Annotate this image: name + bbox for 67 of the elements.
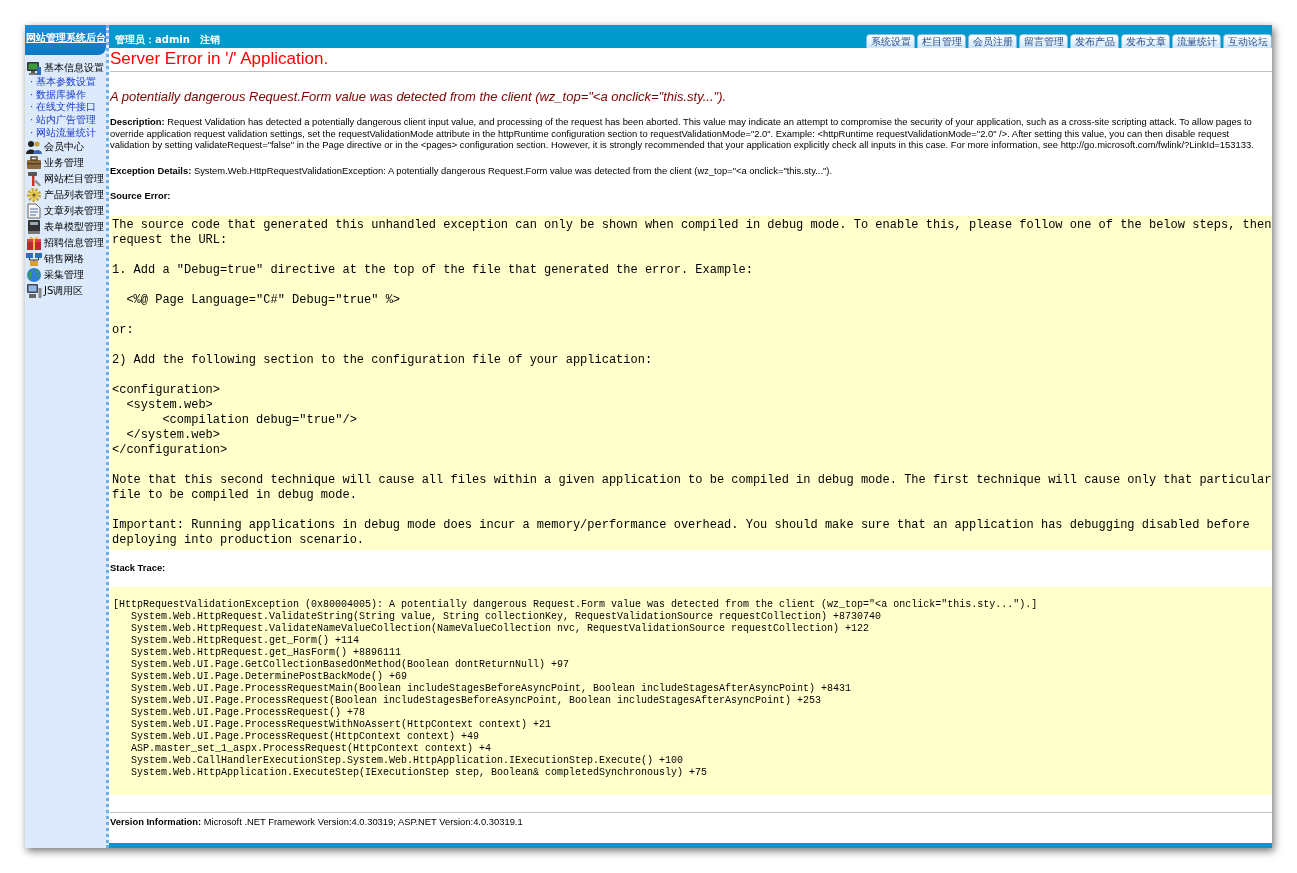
- menu-item[interactable]: 产品列表管理: [25, 187, 106, 204]
- stack-frame-line: ASP.master_set_1_aspx.ProcessRequest(HttpContext context) +4: [130, 743, 493, 755]
- exception-details-text: Exception Details: System.Web.HttpRequestValidationException: A potentially dangerous Request.Form value was detected from the client (wz_top="<a onclick="this.sty...").: [110, 165, 834, 177]
- code-text: <configuration> <system.web> <compilation debug="true"/> </system.web> </configuration>: [112, 382, 358, 458]
- menu-item[interactable]: JS调用区: [25, 283, 106, 300]
- nav-tab[interactable]: 栏目管理: [917, 34, 966, 48]
- error-title: Server Error in '/' Application.: [110, 49, 330, 69]
- submenu-link[interactable]: · 在线文件接口: [25, 101, 106, 115]
- stack-frame-line: System.Web.CallHandlerExecutionStep.System.Web.HttpApplication.IExecutionStep.Execute() +100: [130, 755, 685, 767]
- admin-label: 管理员：admin: [115, 34, 190, 46]
- stack-frame-line: System.Web.UI.Page.ProcessRequest() +78: [130, 707, 367, 719]
- stack-frame-line: System.Web.UI.Page.ProcessRequest(Boolean includeStagesBeforeAsyncPoint, Boolean includeStagesAfterAsyncPoint) +253: [130, 695, 823, 707]
- stack-frame-line: System.Web.HttpRequest.ValidateString(String value, String collectionKey, RequestValidationSource requestCollection) +8730740: [130, 611, 883, 623]
- error-message: A potentially dangerous Request.Form value was detected from the client (wz_top="<a onclick="this.sty...").: [110, 89, 728, 104]
- stack-frame-line: System.Web.HttpRequest.get_Form() +114: [130, 635, 361, 647]
- submenu-link[interactable]: · 基本参数设置: [25, 76, 106, 89]
- monitor-icon: [26, 60, 42, 76]
- nav-tab[interactable]: 互动论坛: [1223, 34, 1272, 48]
- document-icon: [26, 203, 42, 220]
- users-icon: [26, 139, 42, 156]
- code-text: The source code that generated this unhandled exception can only be shown when compiled in debug mode. To enable this, please follow one of the below steps, then request the URL:: [112, 217, 1272, 248]
- stack-frame-line: System.Web.UI.Page.ProcessRequest(HttpContext context) +49: [130, 731, 481, 743]
- stack-frame-line: System.Web.HttpRequest.get_HasForm() +8896111: [130, 647, 403, 659]
- menu-item[interactable]: 表单模型管理: [25, 219, 106, 236]
- computer-icon: [26, 283, 42, 300]
- nav-tab[interactable]: 流量统计: [1172, 34, 1221, 48]
- code-text: <%@ Page Language="C#" Debug="true" %>: [125, 292, 402, 308]
- menu-item[interactable]: 会员中心: [25, 139, 106, 156]
- code-text: 2) Add the following section to the configuration file of your application:: [112, 352, 654, 368]
- nav-tab[interactable]: 留言管理: [1019, 34, 1068, 48]
- menu-item[interactable]: 基本信息设置: [25, 60, 106, 76]
- menu-item[interactable]: 采集管理: [25, 267, 106, 284]
- section-heading: Stack Trace:: [110, 561, 167, 574]
- submenu-link[interactable]: · 站内广告管理: [25, 114, 106, 127]
- nav-tab[interactable]: 发布产品: [1070, 34, 1119, 48]
- menu-item[interactable]: 业务管理: [25, 155, 106, 172]
- stack-frame-line: System.Web.UI.Page.DeterminePostBackMode() +69: [130, 671, 409, 683]
- menu-item[interactable]: 网站栏目管理: [25, 171, 106, 188]
- hammer-icon: [26, 171, 42, 188]
- briefcase-icon: [26, 155, 42, 172]
- nav-tab[interactable]: 发布文章: [1121, 34, 1170, 48]
- submenu-link[interactable]: · 网站流量统计: [25, 126, 106, 140]
- menu-item[interactable]: 招聘信息管理: [25, 235, 106, 252]
- stack-frame-line: System.Web.HttpRequest.ValidateNameValueCollection(NameValueCollection nvc, RequestValidationSource requestCollection) +122: [130, 623, 871, 635]
- stack-frame-line: System.Web.HttpApplication.ExecuteStep(IExecutionStep step, Boolean& completedSynchronously) +75: [130, 767, 709, 780]
- gear-icon: [26, 187, 42, 204]
- book-icon: [26, 219, 42, 236]
- stack-frame-line: System.Web.UI.Page.ProcessRequestWithNoAssert(HttpContext context) +21: [130, 719, 553, 731]
- version-info-text: Version Information: Microsoft .NET Framework Version:4.0.30319; ASP.NET Version:4.0.30319.1: [110, 816, 524, 828]
- code-text: 1. Add a "Debug=true" directive at the top of the file that generated the error. Example:: [112, 262, 754, 278]
- description-text: Description: Request Validation has detected a potentially dangerous client input value, and processing of the request has been aborted. This value may indicate an attempt to compromise the security of your application, such as a cross-site scripting attack. To allow pages to override application request validation settings, set the requestValidationMode attribute in the httpRuntime configuration section to requestValidationMode="2.0". Example: <httpRuntime requestValidationMode="2.0" />. After setting this value, you can then disable request validation by setting validateRequest="false" in the Page directive or in the <pages> configuration section. However, it is strongly recommended that your application explicitly check all inputs in this case. For more information, see http://go.microsoft.com/fwlink/?LinkId=153133.: [110, 116, 1255, 152]
- exception-line: [HttpRequestValidationException (0x80004005): A potentially dangerous Request.Form value was detected from the client (wz_top="<a onclick="this.sty...").]: [113, 599, 1039, 611]
- code-text: Note that this second technique will cause all files within a given application to be compiled in debug mode. The first technique will cause only that particular file to be compiled in debug mode.: [112, 472, 1272, 503]
- code-text: or:: [112, 322, 135, 338]
- code-text: Important: Running applications in debug mode does incur a memory/performance overhead. You should make sure that an application has debugging disabled before deploying into production scenario.: [112, 517, 1251, 548]
- menu-item[interactable]: 销售网络: [25, 251, 106, 268]
- globe-icon: [26, 267, 42, 284]
- sidebar-title: 网站管理系统后台: [26, 32, 106, 44]
- network-icon: [26, 251, 42, 268]
- stack-frame-line: System.Web.UI.Page.ProcessRequestMain(Boolean includeStagesBeforeAsyncPoint, Boolean includeStagesAfterAsyncPoint) +8431: [130, 683, 853, 695]
- nav-tab[interactable]: 会员注册: [968, 34, 1017, 48]
- menu-item[interactable]: 文章列表管理: [25, 203, 106, 220]
- nav-tab[interactable]: 系统设置: [866, 34, 915, 48]
- gift-icon: [26, 235, 42, 252]
- stack-frame-line: System.Web.UI.Page.GetCollectionBasedOnMethod(Boolean dontReturnNull) +97: [130, 659, 571, 671]
- section-heading: Source Error:: [110, 189, 172, 202]
- submenu-link[interactable]: · 数据库操作: [25, 88, 106, 102]
